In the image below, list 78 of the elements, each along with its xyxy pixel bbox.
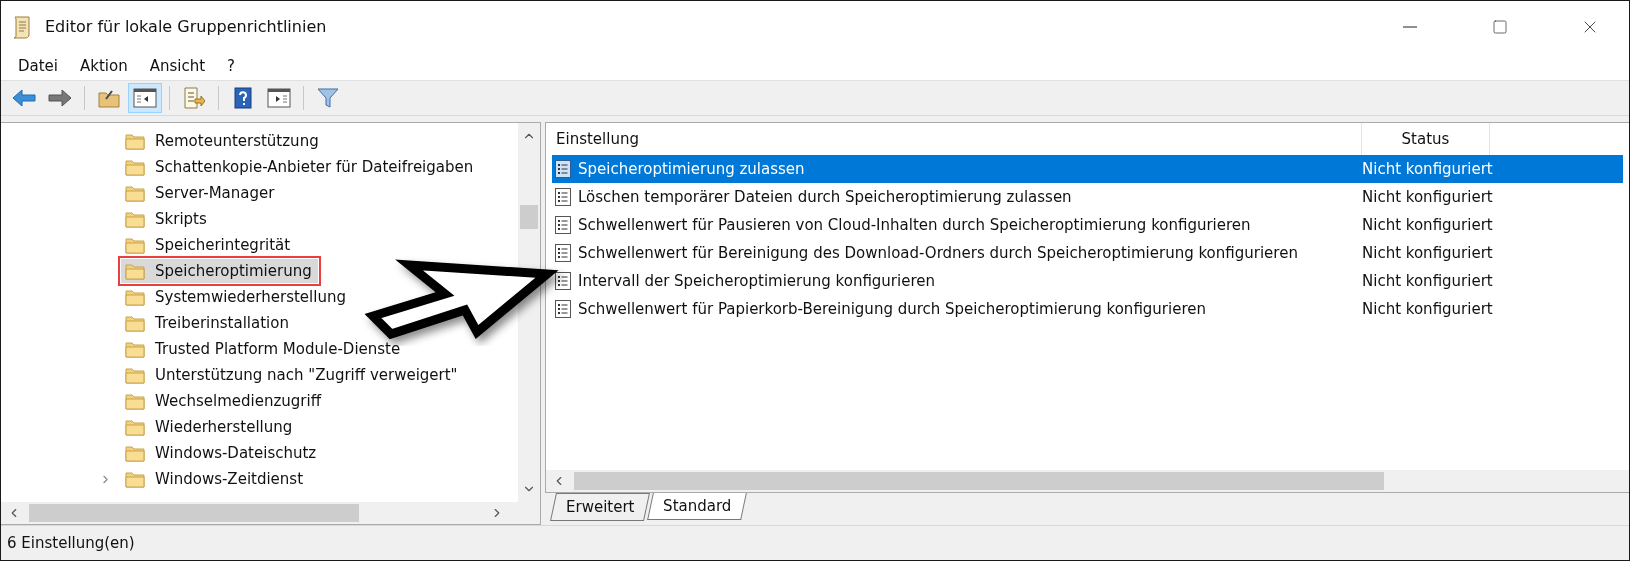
folder-icon: [125, 158, 145, 176]
tree-item[interactable]: Systemwiederherstellung: [121, 285, 352, 309]
window-title: Editor für lokale Gruppenrichtlinien: [45, 17, 328, 36]
folder-icon: [125, 418, 145, 436]
setting-row[interactable]: Intervall der Speicheroptimierung konfigurieren Nicht konfiguriert: [552, 267, 1623, 295]
status-text: 6 Einstellung(en): [7, 534, 135, 552]
folder-icon: [125, 262, 145, 280]
tree-item[interactable]: Schattenkopie-Anbieter für Dateifreigaben: [121, 155, 480, 179]
filter-icon: [317, 87, 339, 109]
setting-status: Nicht konfiguriert: [1362, 300, 1493, 318]
scroll-thumb[interactable]: [520, 205, 538, 229]
view-tab[interactable]: Erweitert: [550, 493, 651, 521]
setting-row[interactable]: Schwellenwert für Bereinigung des Download-Ordners durch Speicheroptimierung konfigurieren Nicht konfiguriert: [552, 239, 1623, 267]
policy-icon: [554, 243, 572, 263]
tree-item[interactable]: Wiederherstellung: [121, 415, 299, 439]
folder-up-icon: [98, 88, 120, 108]
setting-row[interactable]: Speicheroptimierung zulassen Nicht konfiguriert: [552, 155, 1623, 183]
tree-item[interactable]: Windows-Zeitdienst: [121, 467, 310, 491]
console-tree-icon: [133, 88, 157, 108]
minimize-icon: [1403, 25, 1417, 28]
action-pane-icon: [267, 88, 291, 108]
setting-row[interactable]: Schwellenwert für Papierkorb-Bereinigung durch Speicheroptimierung konfigurieren Nicht konfiguriert: [552, 295, 1623, 323]
policy-icon: [554, 159, 572, 179]
maximize-icon: [1492, 18, 1508, 35]
folder-icon: [125, 444, 145, 462]
setting-status: Nicht konfiguriert: [1362, 160, 1493, 178]
policy-icon: [554, 271, 572, 291]
setting-status: Nicht konfiguriert: [1362, 188, 1493, 206]
tree-item[interactable]: Remoteunterstützung: [121, 129, 325, 153]
folder-icon: [125, 210, 145, 228]
policy-icon: [554, 215, 572, 235]
folder-icon: [125, 236, 145, 254]
tree-item[interactable]: Speicherintegrität: [121, 233, 297, 257]
horizontal-scrollbar[interactable]: [546, 470, 1629, 492]
policy-icon: [554, 299, 572, 319]
tree-item[interactable]: Skripts: [121, 207, 213, 231]
folder-icon: [125, 132, 145, 150]
setting-name: Löschen temporärer Dateien durch Speicheroptimierung zulassen: [578, 188, 1072, 206]
scroll-thumb[interactable]: [29, 504, 359, 522]
tree-item[interactable]: Server-Manager: [121, 181, 281, 205]
forward-arrow-icon: [48, 89, 72, 107]
setting-name: Speicheroptimierung zulassen: [578, 160, 805, 178]
folder-icon: [125, 340, 145, 358]
vertical-scrollbar[interactable]: [518, 123, 540, 502]
folder-icon: [125, 392, 145, 410]
setting-status: Nicht konfiguriert: [1362, 244, 1493, 262]
menu-item[interactable]: ?: [218, 55, 245, 77]
setting-name: Schwellenwert für Pausieren von Cloud-Inhalten durch Speicheroptimierung konfigurieren: [578, 216, 1251, 234]
tree-item[interactable]: Speicheroptimierung: [121, 259, 318, 283]
tree-item[interactable]: Wechselmedienzugriff: [121, 389, 327, 413]
back-arrow-icon: [12, 89, 36, 107]
setting-name: Schwellenwert für Papierkorb-Bereinigung durch Speicheroptimierung konfigurieren: [578, 300, 1206, 318]
setting-status: Nicht konfiguriert: [1362, 216, 1493, 234]
folder-icon: [125, 288, 145, 306]
menu-item[interactable]: Datei: [9, 55, 68, 77]
help-icon: [234, 87, 252, 109]
folder-icon: [125, 366, 145, 384]
setting-name: Intervall der Speicheroptimierung konfigurieren: [578, 272, 935, 290]
export-list-icon: [183, 87, 205, 109]
tree-item[interactable]: Treiberinstallation: [121, 311, 295, 335]
setting-status: Nicht konfiguriert: [1362, 272, 1493, 290]
view-tab[interactable]: Standard: [647, 493, 748, 520]
setting-row[interactable]: Löschen temporärer Dateien durch Speicheroptimierung zulassen Nicht konfiguriert: [552, 183, 1623, 211]
tree-item[interactable]: Trusted Platform Module-Dienste: [121, 337, 407, 361]
menu-item[interactable]: Ansicht: [140, 55, 215, 77]
folder-icon: [125, 470, 145, 488]
setting-row[interactable]: Schwellenwert für Pausieren von Cloud-Inhalten durch Speicheroptimierung konfigurieren Nicht konfiguriert: [552, 211, 1623, 239]
tree-item[interactable]: Windows-Dateischutz: [121, 441, 323, 465]
scroll-icon: [11, 14, 33, 39]
policy-icon: [554, 187, 572, 207]
folder-icon: [125, 314, 145, 332]
menu-item[interactable]: Aktion: [71, 55, 137, 77]
horizontal-scrollbar[interactable]: [1, 502, 540, 524]
setting-name: Schwellenwert für Bereinigung des Download-Ordners durch Speicheroptimierung konfigurieren: [578, 244, 1298, 262]
folder-icon: [125, 184, 145, 202]
scroll-thumb[interactable]: [574, 472, 1384, 490]
toolbar-button[interactable]: [128, 83, 162, 113]
tree-item[interactable]: Unterstützung nach "Zugriff verweigert": [121, 363, 464, 387]
